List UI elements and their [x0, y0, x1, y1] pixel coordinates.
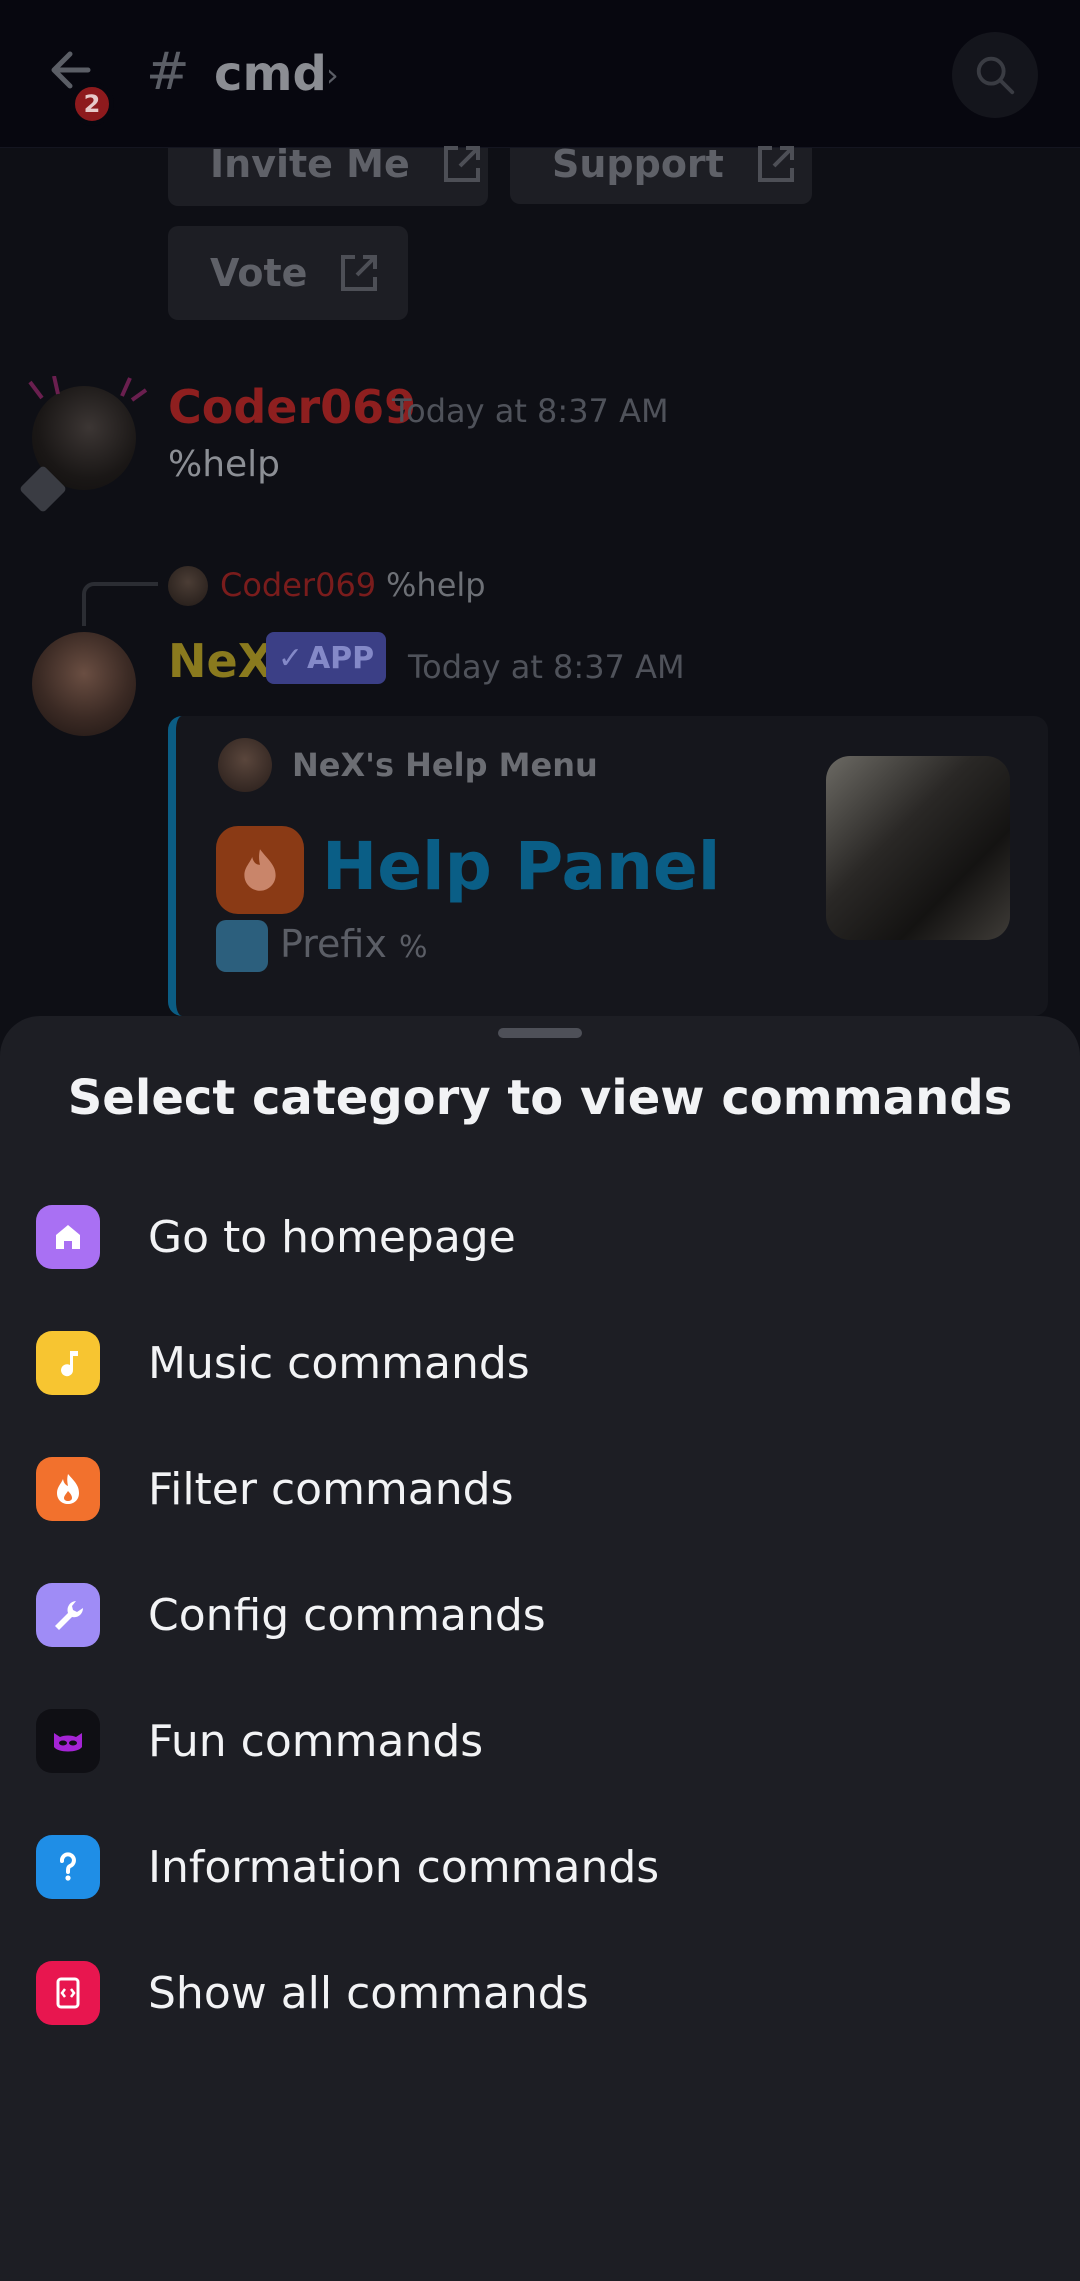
- app-tag-label: APP: [306, 640, 375, 676]
- mask-icon: [36, 1709, 100, 1773]
- menu-item-config[interactable]: Config commands: [0, 1552, 1080, 1678]
- external-link-icon: [443, 146, 480, 182]
- vote-button[interactable]: Vote: [168, 226, 408, 320]
- embed-title: Help Panel: [322, 828, 721, 905]
- reply-connector: [82, 582, 158, 626]
- chevron-right-icon: ›: [326, 56, 339, 94]
- support-button[interactable]: Support: [510, 142, 812, 204]
- embed-author-avatar: [218, 738, 272, 792]
- check-icon: ✓: [277, 640, 303, 676]
- channel-hash-icon: #: [146, 42, 190, 102]
- menu-item-label: Config commands: [148, 1589, 546, 1641]
- bot-author[interactable]: NeX: [168, 634, 273, 688]
- app-tag: ✓ APP: [266, 632, 386, 684]
- message-timestamp: Today at 8:37 AM: [392, 392, 669, 430]
- vote-label: Vote: [210, 251, 308, 295]
- sparkle-decoration-icon: [28, 376, 148, 402]
- message-author[interactable]: Coder069: [168, 380, 416, 434]
- menu-item-label: Fun commands: [148, 1715, 484, 1767]
- menu-item-homepage[interactable]: Go to homepage: [0, 1174, 1080, 1300]
- invite-label: Invite Me: [210, 142, 410, 186]
- menu-item-information[interactable]: Information commands: [0, 1804, 1080, 1930]
- external-link-icon: [757, 146, 794, 182]
- flame-badge-icon: [216, 826, 304, 914]
- invite-me-button[interactable]: Invite Me: [168, 142, 488, 204]
- prefix-value: %: [398, 930, 428, 965]
- home-icon: [36, 1205, 100, 1269]
- bot-timestamp: Today at 8:37 AM: [408, 648, 685, 686]
- wave-hand-icon: [216, 920, 268, 972]
- flame-icon: [36, 1457, 100, 1521]
- menu-item-filter[interactable]: Filter commands: [0, 1426, 1080, 1552]
- menu-item-fun[interactable]: Fun commands: [0, 1678, 1080, 1804]
- embed-prefix: Prefix %: [280, 922, 427, 966]
- menu-item-show-all[interactable]: Show all commands: [0, 1930, 1080, 2056]
- unread-badge: 2: [70, 82, 114, 126]
- reply-text[interactable]: %help: [386, 566, 486, 604]
- question-icon: [36, 1835, 100, 1899]
- menu-item-label: Filter commands: [148, 1463, 514, 1515]
- reply-author-avatar: [168, 566, 208, 606]
- menu-item-label: Information commands: [148, 1841, 660, 1893]
- category-sheet: Select category to view commands Go to h…: [0, 1016, 1080, 2281]
- music-note-icon: [36, 1331, 100, 1395]
- sheet-title: Select category to view commands: [67, 1070, 1013, 1126]
- menu-item-music[interactable]: Music commands: [0, 1300, 1080, 1426]
- bot-avatar[interactable]: [32, 632, 136, 736]
- prefix-label: Prefix: [280, 922, 387, 966]
- channel-name[interactable]: cmd: [214, 46, 327, 102]
- reply-author[interactable]: Coder069: [220, 566, 376, 604]
- message-text: %help: [168, 444, 281, 485]
- sheet-drag-handle[interactable]: [498, 1028, 582, 1038]
- help-embed: NeX's Help Menu Help Panel Prefix %: [168, 716, 1048, 1016]
- code-icon: [36, 1961, 100, 2025]
- support-label: Support: [552, 142, 724, 186]
- menu-item-label: Music commands: [148, 1337, 530, 1389]
- channel-header: 2 # cmd ›: [0, 0, 1080, 148]
- search-button[interactable]: [952, 32, 1038, 118]
- wrench-icon: [36, 1583, 100, 1647]
- menu-item-label: Show all commands: [148, 1967, 589, 2019]
- external-link-icon: [341, 255, 378, 291]
- menu-item-label: Go to homepage: [148, 1211, 516, 1263]
- embed-thumbnail: [826, 756, 1010, 940]
- embed-author: NeX's Help Menu: [292, 746, 598, 784]
- search-icon: [976, 56, 1015, 95]
